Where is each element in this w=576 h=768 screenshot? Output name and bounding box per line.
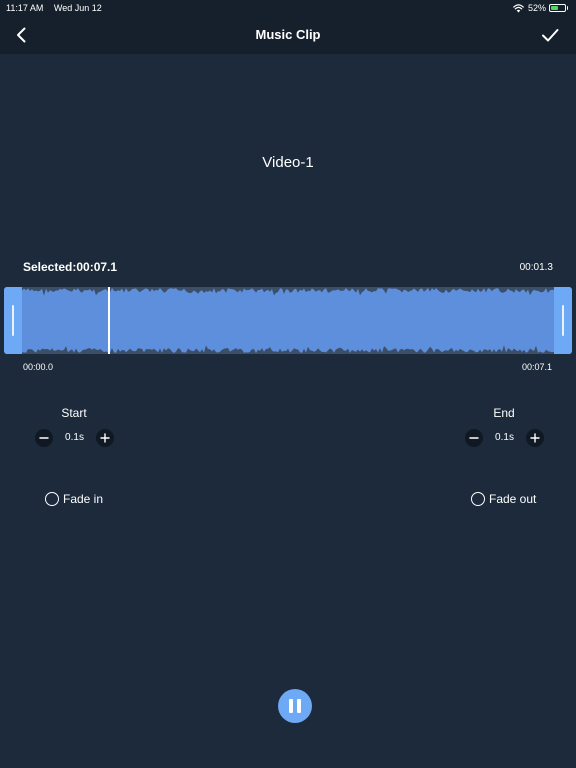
navigation-bar: Music Clip (0, 16, 576, 54)
start-decrease-button[interactable] (35, 429, 53, 447)
fade-out-label: Fade out (489, 492, 537, 506)
waveform-track[interactable] (4, 287, 572, 354)
end-label: End (493, 406, 515, 420)
fade-out-toggle[interactable]: Fade out (471, 492, 536, 506)
battery-percent: 52% (527, 3, 546, 13)
plus-icon (530, 433, 540, 443)
end-fade-control: End 0.1s (459, 406, 549, 448)
fade-out-radio[interactable] (471, 492, 485, 506)
start-fade-control: Start 0.1s (29, 406, 119, 448)
range-end-time: 00:07.1 (521, 362, 552, 372)
waveform (22, 287, 554, 354)
trim-handle-start[interactable] (4, 287, 22, 354)
status-time: 11:17 AM (6, 3, 44, 13)
fade-in-label: Fade in (63, 492, 104, 506)
status-bar: 11:17 AM Wed Jun 12 52% (0, 0, 576, 16)
end-stepper: 0.1s (459, 428, 549, 448)
status-date: Wed Jun 12 (53, 3, 102, 13)
fade-in-radio[interactable] (45, 492, 59, 506)
pause-button[interactable] (278, 689, 312, 723)
selected-duration: Selected:00:07.1 (23, 260, 118, 274)
end-value: 0.1s (495, 432, 514, 443)
confirm-button[interactable] (540, 25, 560, 45)
start-value: 0.1s (65, 432, 84, 443)
end-increase-button[interactable] (526, 429, 544, 447)
video-name: Video-1 (262, 154, 314, 171)
fade-in-toggle[interactable]: Fade in (45, 492, 103, 506)
trim-handle-end[interactable] (554, 287, 572, 354)
range-start-time: 00:00.0 (23, 362, 54, 372)
battery-icon (549, 4, 566, 12)
current-time: 00:01.3 (519, 262, 553, 273)
start-stepper: 0.1s (29, 428, 119, 448)
playhead[interactable] (108, 287, 110, 354)
minus-icon (39, 437, 49, 439)
page-title: Music Clip (255, 27, 321, 42)
plus-icon (100, 433, 110, 443)
checkmark-icon (542, 29, 559, 42)
start-increase-button[interactable] (96, 429, 114, 447)
end-decrease-button[interactable] (465, 429, 483, 447)
start-label: Start (61, 406, 87, 420)
wifi-icon (513, 3, 524, 12)
minus-icon (469, 437, 479, 439)
